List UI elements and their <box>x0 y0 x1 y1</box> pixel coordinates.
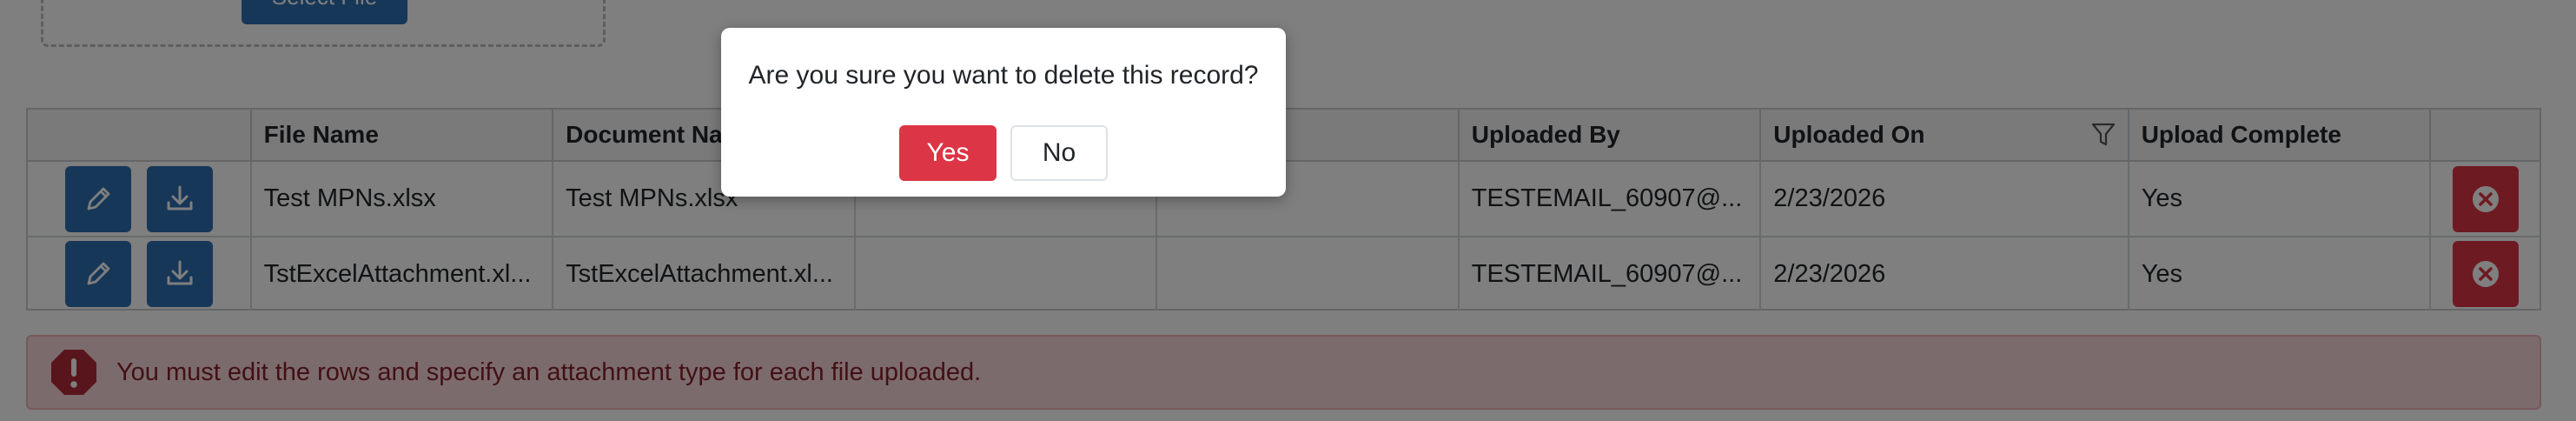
modal-backdrop[interactable] <box>0 0 2576 421</box>
confirm-delete-dialog: Are you sure you want to delete this rec… <box>721 28 1286 197</box>
dialog-message: Are you sure you want to delete this rec… <box>748 61 1259 90</box>
yes-button[interactable]: Yes <box>899 125 997 181</box>
dialog-buttons: Yes No <box>721 125 1286 181</box>
page: Select File File Name Document Name Uplo… <box>0 0 2576 421</box>
no-button[interactable]: No <box>1010 125 1108 181</box>
